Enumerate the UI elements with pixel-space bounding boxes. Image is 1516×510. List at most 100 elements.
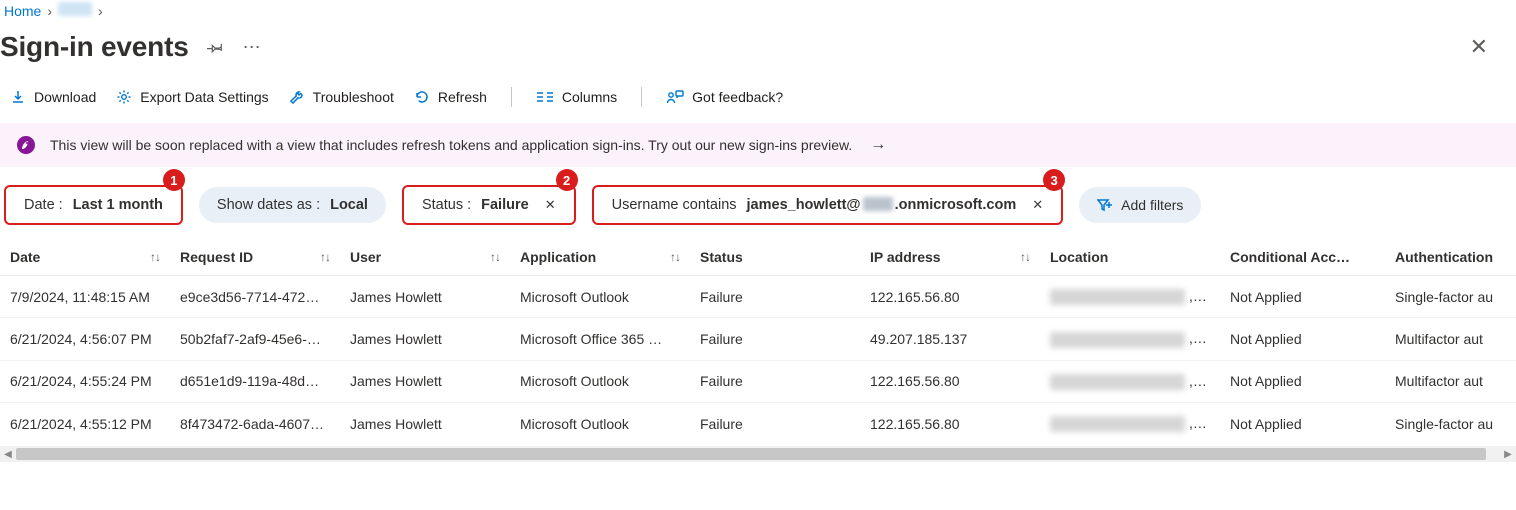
cell-request-id: d651e1d9-119a-48d…: [170, 360, 340, 402]
sort-icon[interactable]: ↑↓: [670, 250, 680, 264]
redacted-text: [1050, 289, 1185, 305]
filter-status-value: Failure: [481, 197, 529, 213]
filter-showdates-value: Local: [330, 197, 368, 213]
cell-location: ,…: [1040, 318, 1220, 360]
sort-icon[interactable]: ↑↓: [320, 250, 330, 264]
cell-auth: Multifactor aut: [1385, 360, 1516, 402]
filter-username[interactable]: Username contains james_howlett@.onmicro…: [592, 185, 1064, 225]
col-date[interactable]: Date↑↓: [0, 239, 170, 276]
cell-user: James Howlett: [340, 402, 510, 444]
col-user[interactable]: User↑↓: [340, 239, 510, 276]
banner-text: This view will be soon replaced with a v…: [50, 137, 852, 153]
feedback-label: Got feedback?: [692, 89, 783, 105]
table-row[interactable]: 6/21/2024, 4:55:24 PM d651e1d9-119a-48d……: [0, 360, 1516, 402]
add-filter-button[interactable]: Add filters: [1079, 187, 1201, 223]
filter-status[interactable]: Status : Failure ✕ 2: [402, 185, 576, 225]
scroll-left-icon[interactable]: ◀: [0, 446, 16, 462]
columns-button[interactable]: Columns: [536, 89, 617, 105]
toolbar-divider: [511, 87, 512, 107]
col-conditional[interactable]: Conditional Acc…: [1220, 239, 1385, 276]
filter-showdates[interactable]: Show dates as : Local: [199, 187, 386, 223]
horizontal-scrollbar[interactable]: ◀ ▶: [0, 446, 1516, 462]
table-header-row: Date↑↓ Request ID↑↓ User↑↓ Application↑↓…: [0, 239, 1516, 276]
cell-conditional: Not Applied: [1220, 360, 1385, 402]
refresh-label: Refresh: [438, 89, 487, 105]
cell-auth: Single-factor au: [1385, 402, 1516, 444]
scroll-right-icon[interactable]: ▶: [1500, 446, 1516, 462]
filter-status-label: Status :: [422, 197, 471, 213]
col-auth[interactable]: Authentication: [1385, 239, 1516, 276]
breadcrumb: Home › ›: [0, 0, 1516, 25]
table-row[interactable]: 6/21/2024, 4:56:07 PM 50b2faf7-2af9-45e6…: [0, 318, 1516, 360]
pin-icon[interactable]: [207, 38, 225, 56]
cell-request-id: e9ce3d56-7714-472…: [170, 276, 340, 318]
cell-ip: 49.207.185.137: [860, 318, 1040, 360]
col-request-id[interactable]: Request ID↑↓: [170, 239, 340, 276]
rocket-icon: [16, 135, 36, 155]
close-icon[interactable]: ✕: [1470, 34, 1488, 60]
troubleshoot-button[interactable]: Troubleshoot: [289, 89, 394, 105]
col-application[interactable]: Application↑↓: [510, 239, 690, 276]
cell-application: Microsoft Office 365 …: [510, 318, 690, 360]
columns-icon: [536, 90, 554, 104]
cell-ip: 122.165.56.80: [860, 276, 1040, 318]
sort-icon[interactable]: ↑↓: [490, 250, 500, 264]
command-bar: Download Export Data Settings Troublesho…: [0, 81, 1516, 123]
annotation-badge-2: 2: [556, 169, 578, 191]
cell-location: ,…: [1040, 276, 1220, 318]
columns-label: Columns: [562, 89, 617, 105]
remove-filter-icon[interactable]: ✕: [539, 197, 556, 213]
cell-user: James Howlett: [340, 318, 510, 360]
more-icon[interactable]: ⋯: [243, 37, 261, 58]
troubleshoot-label: Troubleshoot: [313, 89, 394, 105]
col-status[interactable]: Status: [690, 239, 860, 276]
col-ip[interactable]: IP address↑↓: [860, 239, 1040, 276]
cell-status: Failure: [690, 276, 860, 318]
download-button[interactable]: Download: [10, 89, 96, 105]
cell-location: ,…: [1040, 360, 1220, 402]
scrollbar-thumb[interactable]: [16, 448, 1486, 460]
cell-auth: Single-factor au: [1385, 276, 1516, 318]
filter-add-icon: [1097, 198, 1113, 212]
cell-application: Microsoft Outlook: [510, 402, 690, 444]
cell-conditional: Not Applied: [1220, 276, 1385, 318]
cell-ip: 122.165.56.80: [860, 402, 1040, 444]
breadcrumb-home[interactable]: Home: [4, 3, 41, 19]
feedback-button[interactable]: Got feedback?: [666, 89, 783, 105]
filter-showdates-label: Show dates as :: [217, 197, 320, 213]
table-row[interactable]: 7/9/2024, 11:48:15 AM e9ce3d56-7714-472……: [0, 276, 1516, 318]
table-row[interactable]: 6/21/2024, 4:55:12 PM 8f473472-6ada-4607…: [0, 402, 1516, 444]
sort-icon[interactable]: ↑↓: [1020, 250, 1030, 264]
results-table: Date↑↓ Request ID↑↓ User↑↓ Application↑↓…: [0, 239, 1516, 444]
add-filter-label: Add filters: [1121, 197, 1183, 213]
cell-date: 6/21/2024, 4:56:07 PM: [0, 318, 170, 360]
filter-date-label: Date :: [24, 197, 63, 213]
sort-icon[interactable]: ↑↓: [150, 250, 160, 264]
filter-username-label: Username contains: [612, 197, 737, 213]
page-header: Sign-in events ⋯ ✕: [0, 25, 1516, 81]
cell-status: Failure: [690, 402, 860, 444]
cell-request-id: 8f473472-6ada-4607…: [170, 402, 340, 444]
arrow-right-icon[interactable]: →: [870, 136, 886, 154]
page-title: Sign-in events: [0, 31, 189, 63]
annotation-badge-3: 3: [1043, 169, 1065, 191]
filter-date-value: Last 1 month: [73, 197, 163, 213]
col-location[interactable]: Location: [1040, 239, 1220, 276]
cell-status: Failure: [690, 318, 860, 360]
filter-date[interactable]: Date : Last 1 month 1: [4, 185, 183, 225]
refresh-icon: [414, 89, 430, 105]
remove-filter-icon[interactable]: ✕: [1026, 197, 1043, 213]
cell-status: Failure: [690, 360, 860, 402]
refresh-button[interactable]: Refresh: [414, 89, 487, 105]
breadcrumb-sep: ›: [47, 3, 52, 19]
download-icon: [10, 89, 26, 105]
export-button[interactable]: Export Data Settings: [116, 89, 268, 105]
cell-location: ,…: [1040, 402, 1220, 444]
cell-application: Microsoft Outlook: [510, 360, 690, 402]
cell-application: Microsoft Outlook: [510, 276, 690, 318]
annotation-badge-1: 1: [163, 169, 185, 191]
redacted-text: [1050, 332, 1185, 348]
person-feedback-icon: [666, 89, 684, 105]
info-banner[interactable]: This view will be soon replaced with a v…: [0, 123, 1516, 167]
breadcrumb-tenant[interactable]: [58, 2, 92, 19]
